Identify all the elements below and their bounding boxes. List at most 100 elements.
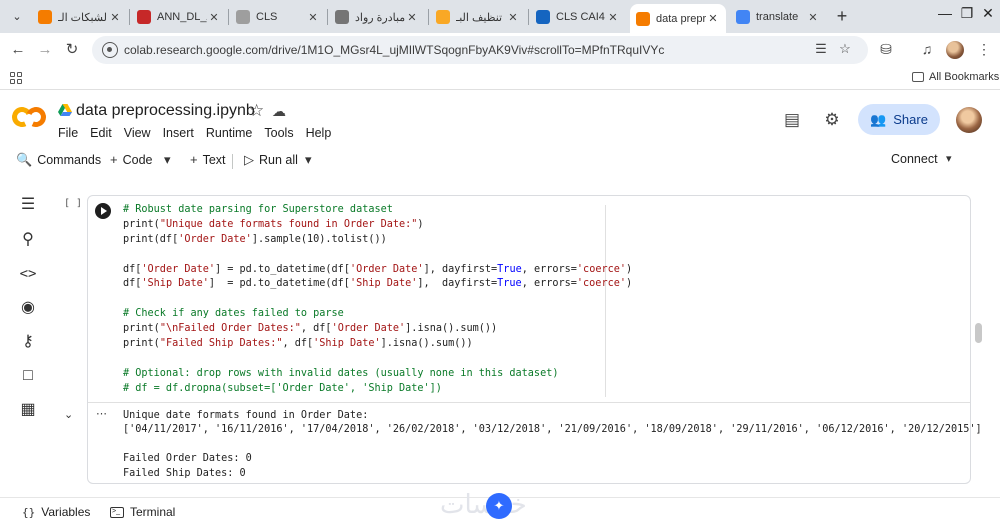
code-token: 'Ship Date' [349,278,418,290]
code-line[interactable]: print(df['Order Date'].sample(10).tolist… [123,233,632,248]
sparkle-icon: ✦ [486,493,512,519]
browser-menu-icon[interactable]: ⋮ [974,41,994,58]
code-token: ].isna().sum()) [405,323,498,335]
back-icon[interactable]: ← [8,40,28,60]
settings-gear-icon[interactable]: ⚙ [821,110,843,130]
code-line[interactable]: print("Unique date formats found in Orde… [123,218,632,233]
close-tab-icon[interactable]: ✕ [806,11,820,24]
commands-button[interactable]: 🔍 Commands [16,152,101,168]
code-line[interactable]: df['Order Date'] = pd.to_datetime(df['Or… [123,263,632,278]
code-token: 'Order Date' [178,233,252,245]
close-tab-icon[interactable]: ✕ [606,11,620,24]
variables-button[interactable]: {} Variables [22,505,90,519]
connect-dropdown-caret[interactable]: ▾ [946,152,952,165]
code-line[interactable] [123,292,632,307]
code-token: print(df[ [123,233,179,245]
notebook-title[interactable]: data preprocessing.ipynb [76,102,255,120]
output-line: Unique date formats found in Order Date: [123,410,369,421]
vertical-scrollbar[interactable] [975,323,982,343]
browser-tab[interactable]: CLS CAI4 ✕ [530,4,626,30]
code-line[interactable]: # df = df.dropna(subset=['Order Date', '… [123,382,632,397]
tab-title: CLS [256,11,278,23]
close-tab-icon[interactable]: ✕ [207,11,221,24]
close-tab-icon[interactable]: ✕ [306,11,320,24]
menu-tools[interactable]: Tools [264,126,293,140]
colab-logo[interactable] [9,104,49,130]
plus-icon: + [190,152,198,167]
browser-tab[interactable]: ANN_DL_A✕ [131,4,227,30]
translate-icon[interactable]: ☰ [812,41,830,57]
new-tab-button[interactable]: + [832,6,852,27]
close-tab-icon[interactable]: ✕ [405,11,419,24]
restore-icon[interactable]: ❐ [957,5,977,22]
browser-tab[interactable]: الشبكات الـ ✕ [32,4,128,30]
all-bookmarks-button[interactable]: All Bookmarks [912,71,999,83]
browser-tab[interactable]: translate ✕ [730,4,826,30]
comments-icon[interactable]: ▤ [781,110,803,130]
colab-header: data preprocessing.ipynb ☆ ☁ File Edit V… [0,91,1000,147]
profile-avatar[interactable] [946,41,964,59]
apps-grid-icon[interactable] [10,72,22,84]
code-editor[interactable]: # Robust date parsing for Superstore dat… [123,203,632,397]
table-of-contents-icon[interactable]: ☰ [18,195,38,215]
code-line[interactable]: # Robust date parsing for Superstore dat… [123,203,632,218]
cloud-saved-icon[interactable]: ☁ [272,103,286,120]
browser-tab[interactable]: مبادرة رواد ✕ [329,4,425,30]
variables-label: Variables [41,505,91,519]
close-tab-icon[interactable]: ✕ [108,11,122,24]
forward-icon[interactable]: → [35,40,55,60]
secrets-key-icon[interactable]: ⚷ [18,332,38,352]
browser-tab[interactable]: CLS ✕ [230,4,326,30]
bookmark-star-icon[interactable]: ☆ [836,41,854,57]
browser-tab[interactable]: تنظيف البـ ✕ [430,4,526,30]
code-line[interactable]: # Check if any dates failed to parse [123,307,632,322]
braces-icon: {} [22,505,36,519]
data-table-icon[interactable]: ▦ [18,400,38,420]
close-window-icon[interactable]: ✕ [978,5,998,22]
menu-edit[interactable]: Edit [90,126,112,140]
address-bar[interactable]: colab.research.google.com/drive/1M1O_MGs… [92,36,868,64]
variables-inspector-icon[interactable]: ◉ [18,298,38,318]
code-token: 'Order Date' [331,323,406,335]
add-code-button[interactable]: + Code [110,152,152,167]
output-actions-icon[interactable]: ⋯ [96,407,108,420]
minimize-icon[interactable]: — [935,5,955,21]
code-token: ].sample(10).tolist()) [251,233,387,245]
url-text[interactable]: colab.research.google.com/drive/1M1O_MGs… [124,43,664,57]
run-all-dropdown-caret[interactable]: ▾ [305,152,312,168]
extensions-icon[interactable]: ⛁ [876,41,896,58]
tab-search-chevron-icon[interactable]: ⌄ [8,8,26,26]
terminal-button[interactable]: >_ Terminal [110,505,175,519]
find-replace-icon[interactable]: ⚲ [18,230,38,250]
run-cell-button[interactable] [95,203,111,219]
menu-insert[interactable]: Insert [163,126,194,140]
media-controls-icon[interactable]: ♫ [917,41,937,57]
collapse-output-chevron-icon[interactable]: ⌄ [64,408,73,421]
files-folder-icon[interactable]: □ [18,366,38,386]
add-text-button[interactable]: + Text [190,152,226,167]
code-line[interactable]: # Optional: drop rows with invalid dates… [123,367,632,382]
code-dropdown-caret[interactable]: ▾ [164,152,171,168]
run-all-button[interactable]: ▷ Run all [244,152,298,168]
share-button[interactable]: 👥 Share [858,104,940,135]
close-tab-icon[interactable]: ✕ [706,12,720,25]
close-tab-icon[interactable]: ✕ [506,11,520,24]
code-line[interactable] [123,248,632,263]
star-icon[interactable]: ☆ [249,101,264,121]
code-line[interactable]: df['Ship Date'] = pd.to_datetime(df['Shi… [123,277,632,292]
account-avatar[interactable] [956,107,982,133]
menu-file[interactable]: File [58,126,78,140]
connect-button[interactable]: Connect [891,152,938,166]
code-label: Code [122,152,153,167]
left-sidebar: ☰ ⚲ <> ◉ ⚷ □ ▦ [0,185,56,495]
code-line[interactable]: print("\nFailed Order Dates:", df['Order… [123,322,632,337]
menu-help[interactable]: Help [306,126,332,140]
reload-icon[interactable]: ↻ [62,40,82,60]
browser-tab[interactable]: data prepr ✕ [630,4,726,33]
site-info-icon[interactable] [102,42,118,58]
code-snippets-icon[interactable]: <> [18,264,38,284]
code-line[interactable] [123,352,632,367]
menu-view[interactable]: View [124,126,151,140]
menu-runtime[interactable]: Runtime [206,126,253,140]
code-line[interactable]: print("Failed Ship Dates:", df['Ship Dat… [123,337,632,352]
